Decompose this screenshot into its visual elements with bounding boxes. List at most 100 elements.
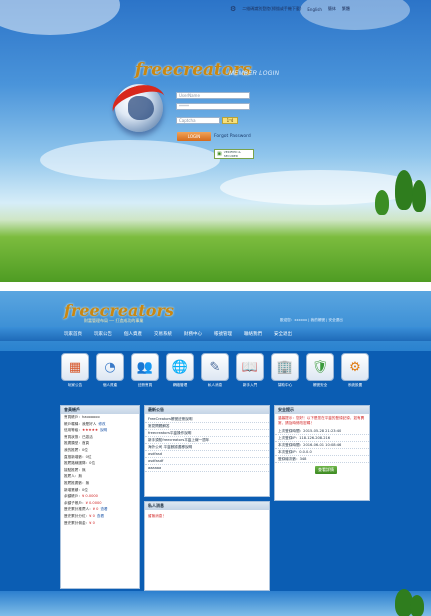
- account-row-key: 推薦人：: [64, 474, 79, 479]
- tree-decoration: [412, 180, 426, 212]
- tile-help[interactable]: 🏢 幫助中心: [270, 353, 300, 391]
- account-row: 會員狀態：已激活: [61, 434, 139, 441]
- tile-messages[interactable]: ✎ 私人消息: [200, 353, 230, 391]
- globe-icon[interactable]: 🌐: [166, 353, 194, 381]
- username-field[interactable]: UserName: [176, 92, 250, 99]
- account-row-key: 會員狀態：: [64, 434, 82, 439]
- lang-simplified[interactable]: 簡体: [328, 6, 336, 12]
- account-row-link[interactable]: 查看: [97, 514, 104, 518]
- account-row: 推薦推廣數：無: [61, 480, 139, 487]
- account-row: 余額子帳戶：¥ 0.0000: [61, 500, 139, 507]
- nav-logout[interactable]: 安全退出: [274, 331, 292, 337]
- building-icon[interactable]: 🏢: [271, 353, 299, 381]
- forgot-password-link[interactable]: Forgot Password: [214, 134, 251, 139]
- member-header: [0, 291, 431, 351]
- book-icon[interactable]: 📖: [236, 353, 264, 381]
- account-row: 新增業績：0位: [61, 487, 139, 494]
- qr-login-link[interactable]: 二維碼識別登陸(掃描或手機下載): [242, 6, 301, 12]
- tile-label: 新手入門: [242, 383, 258, 387]
- account-row-link[interactable]: 修改: [98, 422, 105, 426]
- account-row-link[interactable]: 查看: [100, 507, 107, 511]
- account-row-value: 已激活: [81, 434, 93, 439]
- tile-register[interactable]: 👥 註冊會員: [130, 353, 160, 391]
- account-row-key: 帳戶暱稱：: [64, 421, 82, 426]
- account-row-link[interactable]: 說明: [100, 428, 107, 432]
- security-row: 本次登錄時間：2016-06-01 10:08:46: [275, 442, 369, 449]
- lang-traditional[interactable]: 繁體: [342, 6, 350, 12]
- account-row-value: ¥ 0: [92, 507, 99, 512]
- account-row: 推廣類型：首頁: [61, 440, 139, 447]
- account-row-value: ¥ 0.0000: [81, 494, 98, 499]
- security-row-value: 0.0.0.0: [299, 450, 312, 454]
- nav-assets[interactable]: 個人資產: [124, 331, 142, 337]
- security-row: 登錄總次數：348: [275, 456, 369, 463]
- nav-trading[interactable]: 交易系統: [154, 331, 172, 337]
- qr-icon[interactable]: ⚙: [230, 5, 236, 13]
- captcha-image[interactable]: 1ᐤ4: [222, 117, 238, 124]
- security-panel-title: 安全提示: [275, 406, 369, 414]
- security-detail-button[interactable]: 查看詳情: [315, 466, 337, 474]
- main-nav: 玩家首頁 玩家公告 個人資產 交易系統 財務中心 帳號管理 聯絡我們 安全退出: [0, 327, 431, 341]
- tile-notices[interactable]: ▦ 玩家公告: [60, 353, 90, 391]
- news-item[interactable]: 海外公司 平臺數據遷移說明: [145, 444, 269, 451]
- tile-label: 帳號安全: [312, 383, 328, 387]
- chart-icon[interactable]: ◔: [96, 353, 124, 381]
- pen-icon[interactable]: ✎: [201, 353, 229, 381]
- tree-decoration: [410, 595, 424, 616]
- security-row-key: 本次登錄時間：: [278, 443, 304, 447]
- cloud: [220, 170, 420, 205]
- nav-notices[interactable]: 玩家公告: [94, 331, 112, 337]
- message-empty-text: 暫無消息！: [148, 514, 166, 518]
- tile-label: 私人消息: [207, 383, 223, 387]
- news-item[interactable]: FreeCreators帳號註冊說明: [145, 416, 269, 423]
- account-row-value: 無: [81, 467, 86, 472]
- news-item[interactable]: 新手須知freecreators平臺上線一週年: [145, 437, 269, 444]
- tile-settings[interactable]: ⚙ 系統設置: [340, 353, 370, 391]
- people-icon[interactable]: 👥: [131, 353, 159, 381]
- nav-account[interactable]: 帳號管理: [214, 331, 232, 337]
- news-item[interactable]: asdfasdf: [145, 458, 269, 465]
- tile-guide[interactable]: 📖 新手入門: [235, 353, 265, 391]
- shield-icon: ▣: [217, 151, 222, 157]
- security-row-value: 2016-06-01 10:08:46: [303, 443, 342, 447]
- login-button[interactable]: LOGIN: [177, 132, 211, 141]
- footer-sky: [0, 591, 431, 616]
- security-row: 本次登錄IP：0.0.0.0: [275, 449, 369, 456]
- security-row-value: 2015-05-28 21:23:40: [303, 429, 342, 433]
- news-item[interactable]: freecreators平臺操作說明: [145, 430, 269, 437]
- top-links: ⚙ 二維碼識別登陸(掃描或手機下載) English 簡体 繁體: [230, 5, 350, 13]
- tile-label: 玩家公告: [67, 383, 83, 387]
- account-row: 接點推薦：無: [61, 467, 139, 474]
- password-field[interactable]: *****: [176, 103, 250, 110]
- account-row-value: 0位: [81, 487, 88, 492]
- tile-assets[interactable]: ◔ 個人資產: [95, 353, 125, 391]
- logo-subtitle: MEMBER LOGIN: [229, 71, 280, 77]
- nav-home[interactable]: 玩家首頁: [64, 331, 82, 337]
- news-item[interactable]: asdfasd: [145, 451, 269, 458]
- lang-english[interactable]: English: [307, 7, 321, 12]
- account-row-value: ¥ 0: [89, 513, 95, 518]
- account-row: 會員帳戶：haoooooo: [61, 414, 139, 421]
- blocks-icon[interactable]: ▦: [61, 353, 89, 381]
- security-row-key: 上次登錄IP：: [278, 436, 300, 440]
- gear-icon[interactable]: ⚙: [341, 353, 369, 381]
- account-row-key: 信用等級：: [64, 428, 82, 433]
- security-notice: 溫馨提示：您好！以下是您在平臺的登錄記錄，如有異常，請及時修改密碼！: [278, 416, 365, 425]
- security-row-key: 上次登錄時間：: [278, 429, 304, 433]
- tile-network[interactable]: 🌐 網絡管理: [165, 353, 195, 391]
- nav-finance[interactable]: 財務中心: [184, 331, 202, 337]
- nav-contact[interactable]: 聯絡我們: [244, 331, 262, 337]
- tile-label: 幫助中心: [277, 383, 293, 387]
- captcha-field[interactable]: Captcha: [176, 117, 220, 124]
- news-item[interactable]: aaaaaa: [145, 465, 269, 472]
- arrow-icon: [107, 78, 171, 132]
- shield-icon[interactable]: 🛡: [306, 353, 334, 381]
- account-row-key: 推薦路線團隊：: [64, 461, 90, 466]
- account-row-value: 0位: [85, 454, 92, 459]
- news-item[interactable]: 常見問題解答: [145, 423, 269, 430]
- security-row-key: 本次登錄IP：: [278, 450, 300, 454]
- tile-label: 個人資產: [102, 383, 118, 387]
- tile-security[interactable]: 🛡 帳號安全: [305, 353, 335, 391]
- account-row-key: 余額子帳戶：: [64, 500, 86, 505]
- account-rows: 會員帳戶：haoooooo 帳戶暱稱：我是好人 修改 信用等級：★★★★★ 說明 會員狀態…: [61, 414, 139, 526]
